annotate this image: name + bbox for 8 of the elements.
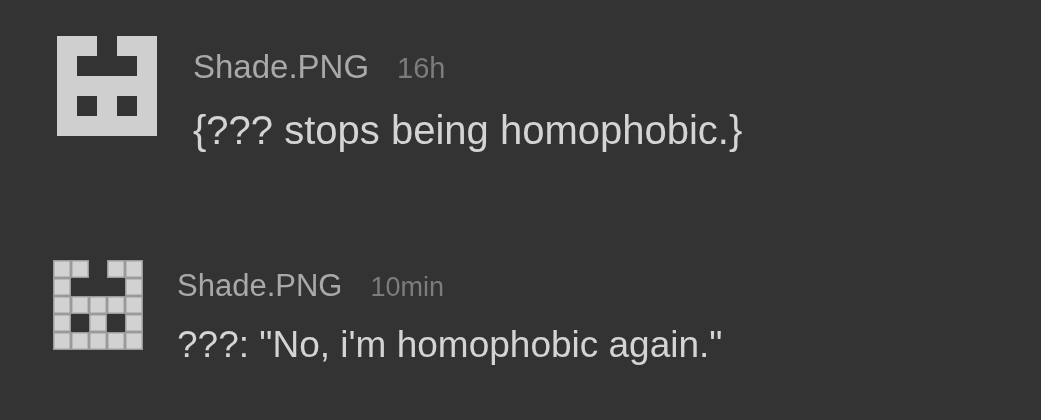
- author-name: Shade.PNG: [193, 48, 370, 86]
- author-name: Shade.PNG: [177, 268, 343, 304]
- avatar-icon: [53, 260, 143, 350]
- message-text: {??? stops being homophobic.}: [193, 108, 743, 153]
- timestamp: 10min: [370, 272, 444, 303]
- message-text: ???: "No, i'm homophobic again.": [177, 324, 723, 366]
- timestamp: 16h: [397, 52, 446, 85]
- avatar-icon: [57, 36, 157, 136]
